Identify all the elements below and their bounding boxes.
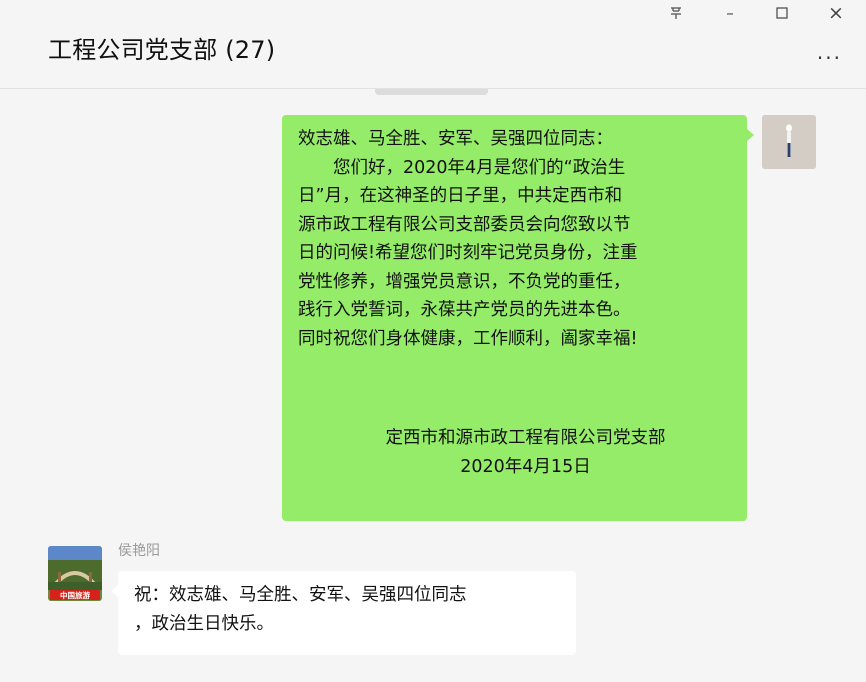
message-line: 源市政工程有限公司支部委员会向您致以节 — [298, 214, 631, 235]
message-line: 日”月，在这神圣的日子里，中共定西市和 — [298, 186, 623, 206]
minimize-icon[interactable]: – — [710, 0, 750, 26]
bubble-tail — [747, 129, 754, 141]
signature-organization: 定西市和源市政工程有限公司党支部 — [385, 428, 666, 448]
chat-title: 工程公司党支部 (27) — [48, 36, 276, 64]
message-line: 效志雄、马全胜、安军、吴强四位同志： — [298, 129, 613, 149]
avatar-badge-text: 中国旅游 — [60, 590, 90, 600]
outgoing-message-bubble[interactable]: 效志雄、马全胜、安军、吴强四位同志： 您们好，2020年4月是您们的“政治生 日… — [282, 115, 747, 521]
message-line: 践行入党誓词，永葆共产党员的先进本色。 — [298, 300, 631, 320]
message-line: 同时祝您们身体健康，工作顺利，阖家幸福! — [298, 328, 638, 349]
message-list[interactable]: 效志雄、马全胜、安军、吴强四位同志： 您们好，2020年4月是您们的“政治生 日… — [0, 89, 866, 682]
my-avatar[interactable] — [762, 115, 816, 169]
sender-name: 侯艳阳 — [118, 543, 160, 559]
close-icon[interactable]: × — [816, 0, 856, 26]
pin-icon[interactable] — [656, 0, 696, 26]
scroll-indicator[interactable] — [375, 89, 488, 95]
message-line: 祝：效志雄、马全胜、安军、吴强四位同志 — [134, 585, 467, 605]
chat-header: 工程公司党支部 (27) – × ... — [0, 0, 866, 89]
signature-date: 2020年4月15日 — [460, 456, 591, 477]
message-line: 日的问候!希望您们时刻牢记党员身份，注重 — [298, 243, 638, 263]
message-line: 党性修养，增强党员意识，不负党的重任， — [298, 271, 631, 292]
more-options-icon[interactable]: ... — [817, 40, 842, 64]
incoming-message-bubble[interactable]: 祝：效志雄、马全胜、安军、吴强四位同志 ，政治生日快乐。 — [118, 571, 576, 655]
sender-avatar[interactable]: 中国旅游 — [48, 546, 102, 601]
message-line: 您们好，2020年4月是您们的“政治生 — [298, 157, 626, 178]
bubble-tail — [111, 585, 118, 597]
maximize-icon[interactable] — [762, 0, 802, 26]
message-line: ，政治生日快乐。 — [134, 614, 274, 634]
